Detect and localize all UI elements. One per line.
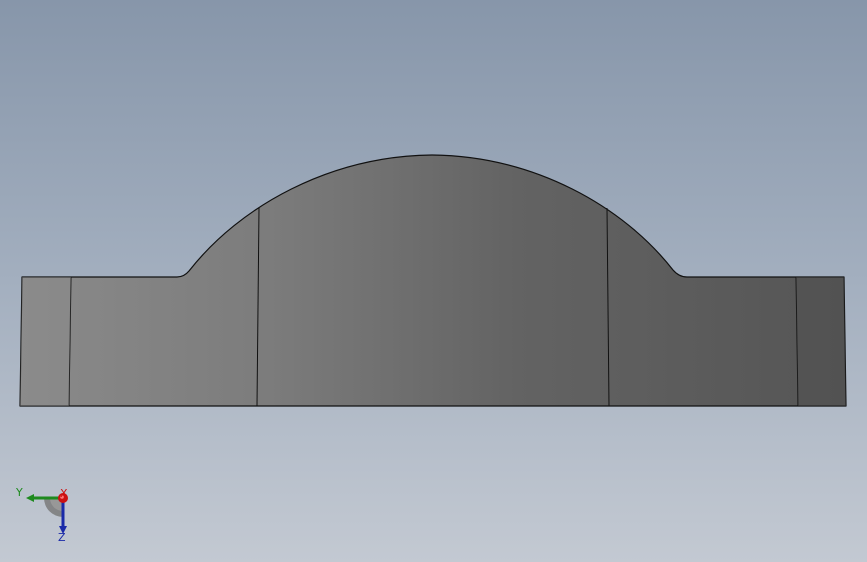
axis-y-label: Y [16, 486, 23, 499]
part-body[interactable] [19, 154, 847, 407]
graphics-viewport[interactable]: Y X Z [0, 0, 867, 562]
left-end-face [20, 277, 71, 406]
part-model[interactable] [0, 0, 867, 562]
axis-x-label: X [60, 487, 68, 500]
right-end-face [796, 277, 846, 406]
axis-z-label: Z [58, 531, 66, 544]
orientation-triad[interactable]: Y X Z [14, 484, 74, 546]
